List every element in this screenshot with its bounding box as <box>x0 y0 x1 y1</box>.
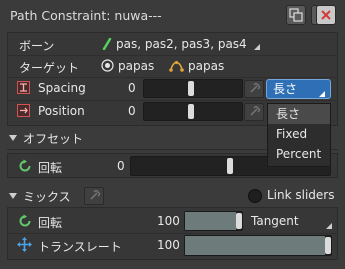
corner-triangle-icon <box>254 44 260 50</box>
mix-rotate-fill <box>185 212 236 230</box>
path-value[interactable]: papas <box>188 59 224 73</box>
spacing-icon <box>17 81 30 94</box>
spacing-mode-value: 長さ <box>273 82 298 96</box>
position-value[interactable]: 0 <box>128 104 136 118</box>
position-link-button[interactable] <box>244 103 264 121</box>
path-icon <box>169 60 184 72</box>
dropdown-triangle-icon <box>326 223 332 229</box>
collapse-triangle-icon[interactable] <box>9 192 17 200</box>
close-icon <box>321 10 331 20</box>
spacing-slider[interactable] <box>143 79 243 98</box>
mix-translate-value[interactable]: 100 <box>157 238 180 252</box>
target-label: ターゲット <box>19 61 80 75</box>
dropdown-triangle-icon <box>319 91 325 97</box>
spacing-mode-menu: 長さ Fixed Percent <box>267 103 331 167</box>
offset-section-title: オフセット <box>23 132 84 146</box>
target-value[interactable]: papas <box>118 59 154 73</box>
link-icon <box>250 106 260 116</box>
mix-rotate-label: 回転 <box>38 216 63 230</box>
mix-section-title: ミックス <box>23 190 71 204</box>
position-slider[interactable] <box>143 102 243 121</box>
offset-rotate-label: 回転 <box>38 161 63 175</box>
mix-rotate-mode[interactable]: Tangent <box>251 214 299 228</box>
link-icon <box>250 83 260 93</box>
mix-rotate-slider[interactable] <box>184 211 243 231</box>
divider <box>8 55 337 56</box>
offset-rotate-slider-thumb[interactable] <box>227 158 233 174</box>
rotate-icon <box>19 214 31 227</box>
mix-rotate-value[interactable]: 100 <box>157 214 180 228</box>
mix-link-button[interactable] <box>84 187 104 205</box>
bones-value[interactable]: pas, pas2, pas3, pas4 <box>116 37 247 51</box>
copy-icon <box>289 8 303 22</box>
position-label: Position <box>38 104 85 118</box>
menu-item-percent[interactable]: Percent <box>268 144 330 164</box>
close-button[interactable] <box>316 5 336 25</box>
mix-translate-label: トランスレート <box>38 240 122 254</box>
spacing-slider-thumb[interactable] <box>188 81 194 96</box>
copy-button[interactable] <box>286 5 306 25</box>
menu-item-length[interactable]: 長さ <box>268 104 330 124</box>
rotate-icon <box>19 159 31 172</box>
mix-translate-slider-thumb[interactable] <box>325 237 331 254</box>
spacing-mode-dropdown[interactable]: 長さ <box>266 79 331 99</box>
menu-item-fixed[interactable]: Fixed <box>268 124 330 144</box>
link-icon <box>90 190 100 200</box>
divider <box>8 233 337 234</box>
bone-target-icon <box>101 59 114 72</box>
mix-translate-slider[interactable] <box>184 235 332 256</box>
link-sliders-checkbox[interactable] <box>248 189 262 203</box>
bones-label: ボーン <box>19 39 55 53</box>
link-sliders-label: Link sliders <box>267 188 335 202</box>
mix-translate-fill <box>185 236 325 255</box>
spacing-value[interactable]: 0 <box>128 81 136 95</box>
bone-icon <box>102 38 112 50</box>
translate-icon <box>17 237 32 252</box>
window-title: Path Constraint: nuwa--- <box>10 8 162 23</box>
mix-rotate-slider-thumb[interactable] <box>236 213 242 229</box>
offset-rotate-value[interactable]: 0 <box>117 159 125 173</box>
divider <box>8 77 337 78</box>
position-icon <box>17 104 30 117</box>
position-slider-thumb[interactable] <box>188 104 194 119</box>
spacing-label: Spacing <box>38 81 86 95</box>
divider <box>8 100 337 101</box>
collapse-triangle-icon[interactable] <box>9 134 17 142</box>
spacing-link-button[interactable] <box>244 80 264 98</box>
